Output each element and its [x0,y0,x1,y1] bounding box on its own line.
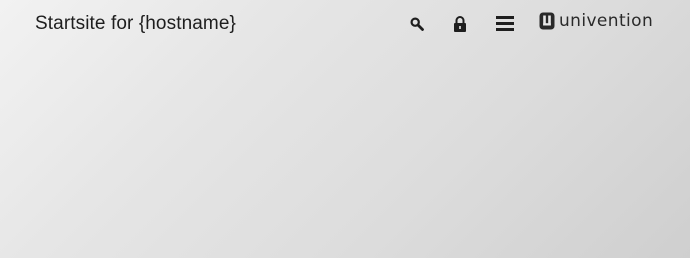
page-title: Startsite for {hostname} [35,13,236,34]
lock-icon [454,16,466,32]
logo-text: univention [559,11,654,31]
menu-icon [496,15,514,31]
login-button[interactable] [449,12,471,36]
search-button[interactable] [406,13,428,35]
univention-logo[interactable]: univention [539,11,653,31]
top-header: Startsite for {hostname} univention [0,0,690,50]
search-icon [410,17,424,31]
menu-button[interactable] [493,12,517,34]
univention-logo-icon [539,12,555,30]
